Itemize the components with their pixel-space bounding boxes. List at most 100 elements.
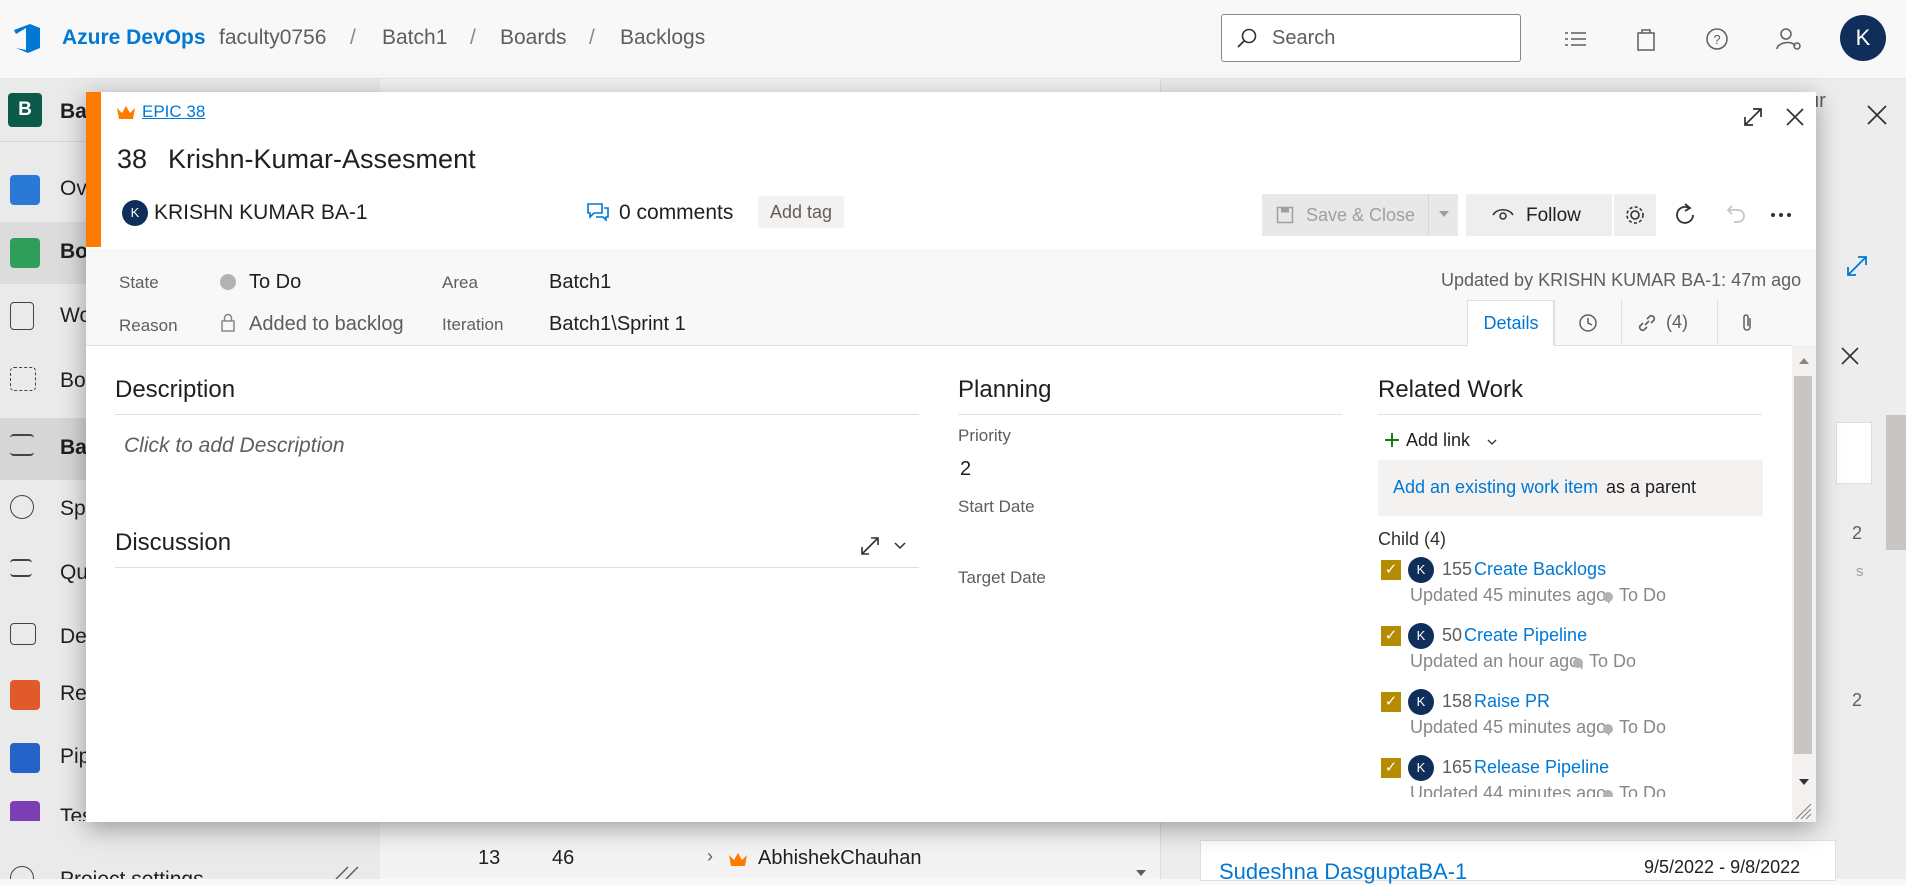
add-link-button[interactable]: Add link: [1381, 428, 1497, 456]
scroll-down-icon[interactable]: [1798, 778, 1810, 786]
child-item[interactable]: ✓ K 50 Create Pipeline Updated an hour a…: [1378, 621, 1768, 677]
delivery-plans-icon: [10, 623, 36, 645]
area-value[interactable]: Batch1: [549, 271, 611, 294]
expand-discussion-icon[interactable]: [860, 536, 880, 556]
child-avatar: K: [1408, 557, 1434, 583]
checkbox-icon: ✓: [1381, 758, 1401, 778]
iteration-value[interactable]: Batch1\Sprint 1: [549, 313, 686, 336]
breadcrumb-org[interactable]: faculty0756: [219, 26, 326, 50]
undo-icon[interactable]: [1720, 200, 1750, 230]
work-items-icon: [10, 302, 34, 330]
tab-attachments[interactable]: [1717, 300, 1778, 345]
tab-links[interactable]: (4): [1621, 300, 1718, 345]
add-existing-work-item-link[interactable]: Add an existing work item: [1393, 477, 1598, 498]
nav-label: Bo: [60, 240, 88, 263]
chevron-down-icon[interactable]: [1438, 210, 1450, 218]
work-item-type-link[interactable]: EPIC 38: [142, 102, 205, 122]
child-item[interactable]: ✓ K 158 Raise PR Updated 45 minutes ago,…: [1378, 687, 1768, 743]
row-title[interactable]: AbhishekChauhan: [758, 847, 921, 870]
child-item[interactable]: ✓ K 155 Create Backlogs Updated 45 minut…: [1378, 555, 1768, 611]
checkbox-icon: ✓: [1381, 560, 1401, 580]
brand-name[interactable]: Azure DevOps: [62, 26, 206, 50]
state-label: State: [119, 273, 159, 292]
close-panel-icon[interactable]: [1866, 104, 1888, 126]
user-settings-icon[interactable]: [1774, 24, 1804, 54]
work-item-id: 38: [117, 144, 148, 174]
queries-icon: [10, 559, 32, 577]
chevron-down-icon[interactable]: [894, 542, 906, 550]
sprint-owner-link[interactable]: Sudeshna DasguptaBA-1: [1219, 859, 1467, 885]
breadcrumb-backlogs[interactable]: Backlogs: [620, 26, 705, 50]
add-tag-button[interactable]: Add tag: [758, 196, 845, 228]
task-list-icon[interactable]: [1560, 24, 1590, 54]
background-peek-text: 2: [1852, 523, 1863, 543]
search-icon: [1237, 28, 1257, 48]
comments-icon[interactable]: [586, 202, 610, 224]
save-and-close-button[interactable]: Save & Close: [1262, 194, 1458, 236]
close-icon[interactable]: [1784, 106, 1806, 128]
settings-button[interactable]: [1614, 194, 1656, 236]
comments-count[interactable]: 0 comments: [619, 201, 733, 225]
gear-icon: [1626, 206, 1644, 224]
sprint-card[interactable]: Sudeshna DasguptaBA-1 9/5/2022 - 9/8/202…: [1200, 840, 1836, 884]
project-avatar[interactable]: B: [8, 93, 42, 127]
start-date-label: Start Date: [958, 497, 1035, 516]
follow-button[interactable]: Follow: [1466, 194, 1612, 236]
more-actions-icon[interactable]: [1766, 200, 1796, 230]
scroll-down-icon[interactable]: [1134, 868, 1148, 878]
child-state: To Do: [1589, 651, 1637, 671]
child-title-link[interactable]: Create Backlogs: [1474, 559, 1606, 580]
search-input[interactable]: Search: [1221, 14, 1521, 62]
help-icon[interactable]: ?: [1702, 24, 1732, 54]
nav-label: Sp: [60, 497, 86, 520]
repos-icon: [10, 680, 40, 710]
breadcrumb-boards[interactable]: Boards: [500, 26, 567, 50]
backlog-row[interactable]: 13 46 › AbhishekChauhan: [380, 822, 1156, 879]
background-card: [1836, 422, 1872, 484]
child-title-link[interactable]: Raise PR: [1474, 691, 1550, 712]
target-date-input[interactable]: [958, 592, 1342, 622]
add-link-label: Add link: [1406, 430, 1471, 450]
child-id: 50: [1442, 625, 1463, 645]
scrollbar-thumb[interactable]: [1794, 376, 1812, 754]
overview-icon: [10, 175, 40, 205]
child-title-link[interactable]: Create Pipeline: [1464, 625, 1587, 646]
maximize-icon[interactable]: [1742, 106, 1764, 128]
description-placeholder[interactable]: Click to add Description: [124, 434, 345, 458]
close-sprint-panel-icon[interactable]: [1840, 346, 1860, 366]
child-item[interactable]: ✓ K 165 Release Pipeline Updated 44 minu…: [1378, 753, 1768, 797]
state-value[interactable]: To Do: [249, 271, 301, 294]
breadcrumb-separator: /: [350, 26, 356, 49]
assignee-name[interactable]: KRISHN KUMAR BA-1: [154, 201, 368, 225]
section-divider: [1378, 414, 1762, 415]
fields-band: State To Do Reason Added to backlog Area…: [86, 249, 1816, 346]
child-title-link[interactable]: Release Pipeline: [1474, 757, 1609, 778]
scroll-up-icon[interactable]: [1798, 357, 1810, 365]
tab-history[interactable]: [1553, 300, 1622, 345]
chevron-right-icon[interactable]: ›: [707, 846, 713, 867]
top-bar: Azure DevOps faculty0756 / Batch1 / Boar…: [0, 0, 1906, 79]
project-name[interactable]: Ba: [60, 100, 87, 124]
refresh-icon[interactable]: [1670, 200, 1700, 230]
row-col1: 13: [478, 847, 501, 869]
boards-icon: [10, 238, 40, 268]
expand-panel-icon[interactable]: [1845, 254, 1869, 278]
background-scrollbar[interactable]: [1886, 415, 1906, 550]
work-item-title[interactable]: Krishn-Kumar-Assesment: [168, 144, 476, 175]
state-dot-icon: [1603, 724, 1613, 734]
breadcrumb-project[interactable]: Batch1: [382, 26, 447, 50]
assignee-avatar: K: [122, 200, 148, 226]
priority-value[interactable]: 2: [960, 458, 971, 481]
resize-grip-icon[interactable]: [1794, 802, 1812, 820]
azure-devops-logo-icon[interactable]: [10, 20, 46, 56]
user-avatar[interactable]: K: [1840, 15, 1886, 61]
start-date-input[interactable]: [958, 522, 1342, 552]
marketplace-bag-icon[interactable]: [1631, 24, 1661, 54]
checkbox-icon: ✓: [1381, 626, 1401, 646]
child-header: Child (4): [1378, 529, 1447, 549]
tab-details[interactable]: Details: [1467, 300, 1555, 346]
child-id: 155: [1442, 559, 1473, 579]
collapse-nav-icon[interactable]: [334, 865, 360, 879]
nav-item-project-settings[interactable]: Project settings: [0, 850, 380, 879]
nav-label: Re: [60, 682, 87, 705]
